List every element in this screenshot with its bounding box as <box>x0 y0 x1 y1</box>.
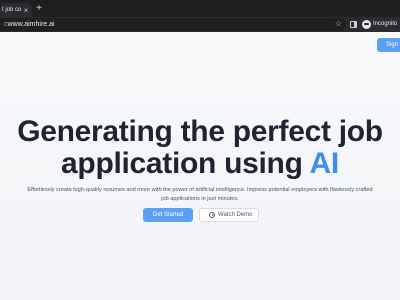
browser-tab[interactable]: t job co × <box>0 3 32 17</box>
hero-title-line1: Generating the perfect job <box>17 115 383 148</box>
hero-title: Generating the perfect job application u… <box>0 116 400 180</box>
incognito-label[interactable]: Incognito <box>373 17 397 32</box>
bookmark-star-icon[interactable]: ☆ <box>334 19 343 28</box>
browser-tab-bar: t job co × + <box>0 0 400 17</box>
page-content: Sign I Generating the perfect job applic… <box>0 32 400 300</box>
address-bar[interactable]: cwww.aimhire.ai <box>0 18 346 31</box>
new-tab-icon[interactable]: + <box>34 4 44 14</box>
get-started-button[interactable]: Get Started <box>143 208 193 222</box>
hero-title-line2: application using <box>61 147 310 180</box>
hero-subtitle: Effortlessly create high-quality resumes… <box>27 187 373 202</box>
incognito-icon[interactable] <box>362 20 371 29</box>
browser-toolbar: cwww.aimhire.ai ☆ Incognito <box>0 17 400 32</box>
hero-title-highlight: AI <box>309 147 340 180</box>
side-panel-icon[interactable] <box>350 21 357 28</box>
close-icon[interactable]: × <box>22 7 30 15</box>
sign-in-button[interactable]: Sign I <box>377 38 400 52</box>
watch-demo-label: Watch Demo <box>218 212 253 218</box>
play-circle-icon <box>209 212 215 218</box>
tab-title: t job co <box>2 7 22 13</box>
url-host: www.aimhire.ai <box>7 21 55 28</box>
url-text[interactable]: cwww.aimhire.ai <box>4 18 55 31</box>
watch-demo-button[interactable]: Watch Demo <box>199 208 259 222</box>
